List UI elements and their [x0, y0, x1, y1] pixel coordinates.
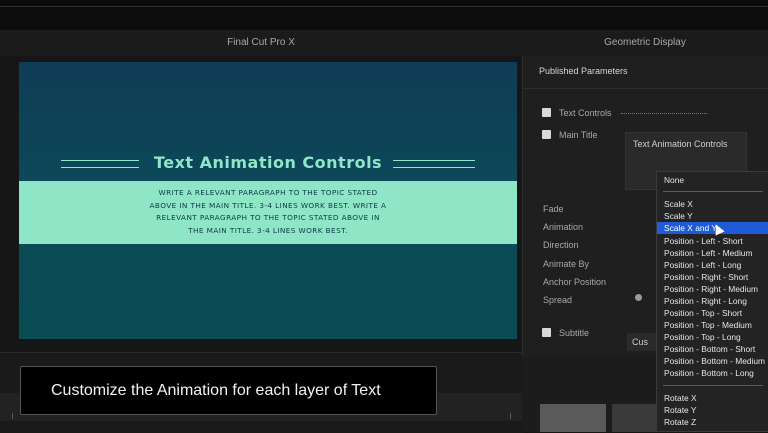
menu-item-position-bottom-medium[interactable]: Position - Bottom - Medium [657, 355, 768, 367]
menu-item-position-bottom-short[interactable]: Position - Bottom - Short [657, 343, 768, 355]
menu-item-position-right-long[interactable]: Position - Right - Long [657, 295, 768, 307]
menu-item-position-left-medium[interactable]: Position - Left - Medium [657, 247, 768, 259]
param-fade: Fade [543, 204, 564, 214]
menu-item-rotate-y[interactable]: Rotate Y [657, 404, 768, 416]
menu-item-none[interactable]: None [657, 174, 768, 186]
param-animation: Animation [543, 222, 584, 232]
animation-dropdown-menu[interactable]: None Scale X Scale Y Scale X and Y Posit… [656, 171, 768, 432]
caption-banner: Customize the Animation for each layer o… [20, 366, 437, 415]
param-direction: Direction [543, 240, 579, 250]
preview-paragraph: WRITE A RELEVANT PARAGRAPH TO THE TOPIC … [115, 187, 421, 237]
paragraph-line: RELEVANT PARAGRAPH TO THE TOPIC STATED A… [156, 213, 380, 222]
menu-item-rotate-x[interactable]: Rotate X [657, 392, 768, 404]
menu-item-position-right-medium[interactable]: Position - Right - Medium [657, 283, 768, 295]
published-parameters-heading: Published Parameters [539, 66, 628, 76]
main-title-checkbox[interactable] [542, 130, 551, 139]
paragraph-line: ABOVE IN THE MAIN TITLE. 3-4 LINES WORK … [149, 200, 387, 210]
spread-slider-knob[interactable] [635, 294, 642, 301]
main-title-label: Main Title [559, 130, 598, 140]
thumbnail[interactable] [612, 404, 656, 432]
param-spread: Spread [543, 295, 573, 305]
menu-item-position-top-medium[interactable]: Position - Top - Medium [657, 319, 768, 331]
subtitle-label: Subtitle [559, 328, 590, 338]
video-preview[interactable]: Text Animation Controls WRITE A RELEVANT… [19, 62, 517, 339]
subtitle-checkbox[interactable] [542, 328, 551, 337]
param-anchor-position: Anchor Position [543, 277, 607, 287]
caption-text: Customize the Animation for each layer o… [51, 382, 381, 399]
paragraph-band: WRITE A RELEVANT PARAGRAPH TO THE TOPIC … [19, 181, 517, 244]
menu-separator [663, 191, 763, 192]
menu-item-position-left-long[interactable]: Position - Left - Long [657, 259, 768, 271]
top-toolbar [0, 0, 768, 31]
title-rule-right [393, 160, 475, 168]
text-controls-label: Text Controls [559, 108, 612, 118]
paragraph-line: WRITE A RELEVANT PARAGRAPH TO THE TOPIC … [158, 188, 378, 197]
viewer-title: Final Cut Pro X [227, 37, 295, 48]
panel-headers: Final Cut Pro X Geometric Display [0, 30, 768, 57]
preview-title-row: Text Animation Controls [19, 150, 517, 176]
menu-item-rotate-z[interactable]: Rotate Z [657, 416, 768, 428]
menu-item-position-left-short[interactable]: Position - Left - Short [657, 235, 768, 247]
menu-item-position-right-short[interactable]: Position - Right - Short [657, 271, 768, 283]
paragraph-line: THE MAIN TITLE. 3-4 LINES WORK BEST. [188, 225, 348, 235]
menu-separator [663, 385, 763, 386]
dotted-leader [621, 113, 707, 114]
param-animate-by: Animate By [543, 259, 590, 269]
inspector-title: Geometric Display [604, 37, 686, 48]
menu-item-position-top-long[interactable]: Position - Top - Long [657, 331, 768, 343]
animation-controls-label: Text Animation Controls [633, 139, 728, 149]
menu-item-scale-x[interactable]: Scale X [657, 198, 768, 210]
custom-popup-label: Cus [632, 337, 649, 347]
menu-item-scale-y[interactable]: Scale Y [657, 210, 768, 222]
thumbnail[interactable] [540, 404, 606, 432]
menu-item-position-top-short[interactable]: Position - Top - Short [657, 307, 768, 319]
menu-item-position-bottom-long[interactable]: Position - Bottom - Long [657, 367, 768, 379]
text-controls-checkbox[interactable] [542, 108, 551, 117]
